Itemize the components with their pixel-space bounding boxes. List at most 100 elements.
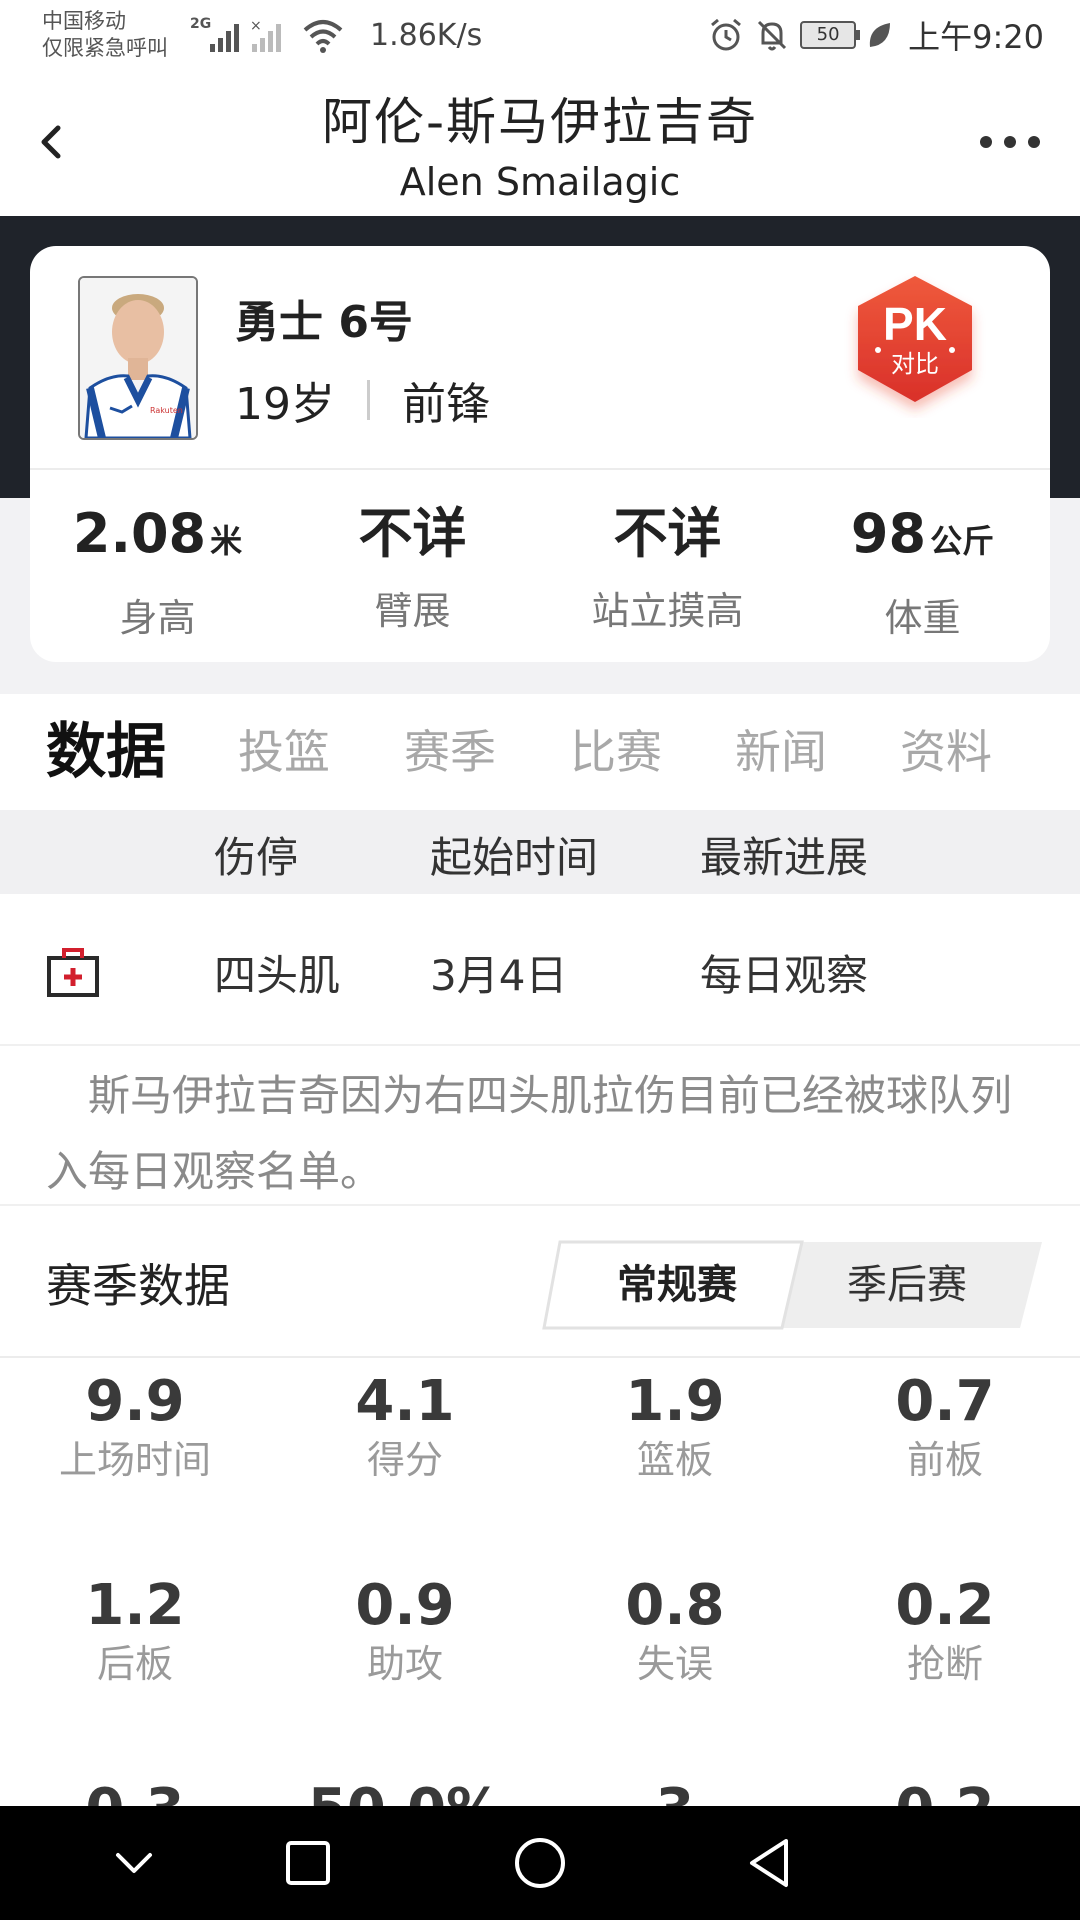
back-nav-button[interactable] bbox=[740, 1833, 800, 1893]
dot-icon bbox=[1004, 136, 1016, 148]
signal-icons: 2G × bbox=[190, 16, 300, 54]
tab-news[interactable]: 新闻 bbox=[735, 694, 827, 810]
svg-text:×: × bbox=[250, 18, 262, 34]
team-and-number: 勇士 6号 bbox=[235, 297, 413, 348]
injury-col-header: 伤停 bbox=[214, 833, 299, 882]
battery-icon: 50 bbox=[800, 21, 861, 49]
home-button[interactable] bbox=[510, 1833, 570, 1893]
carrier-status: 仅限紧急呼叫 bbox=[42, 36, 168, 60]
status-right: 50 上午9:20 bbox=[708, 14, 1044, 56]
wingspan-label: 臂展 bbox=[374, 589, 451, 633]
player-name-en: Alen Smailagic bbox=[399, 160, 681, 204]
section-tabs: 数据 投篮 赛季 比赛 新闻 资料 bbox=[0, 694, 1080, 810]
weight-label: 体重 bbox=[884, 596, 961, 640]
dot-icon bbox=[1028, 136, 1040, 148]
metric-standing-reach: 不详 站立摸高 bbox=[540, 504, 795, 635]
stat-offensive-rebounds: 0.7 前板 bbox=[810, 1370, 1080, 1484]
player-name-cn: 阿伦-斯马伊拉吉奇 bbox=[321, 93, 759, 151]
injury-row: 四头肌 3月4日 每日观察 bbox=[0, 894, 1080, 1046]
stat-value: 1.2 bbox=[85, 1573, 185, 1638]
carrier-name: 中国移动 bbox=[42, 9, 126, 33]
stat-label: 助攻 bbox=[366, 1642, 443, 1686]
weight-value: 98 bbox=[850, 502, 927, 565]
stat-value: 1.9 bbox=[625, 1369, 725, 1434]
wingspan-value: 不详 bbox=[358, 502, 467, 565]
divider bbox=[367, 380, 370, 420]
stat-label: 上场时间 bbox=[58, 1438, 211, 1482]
stat-value: 0.9 bbox=[355, 1573, 455, 1638]
stat-label: 抢断 bbox=[906, 1642, 983, 1686]
pk-label: PK bbox=[883, 298, 947, 350]
hide-keyboard-button[interactable] bbox=[104, 1833, 164, 1893]
standing-reach-value: 不详 bbox=[613, 502, 722, 565]
stat-value: 9.9 bbox=[85, 1369, 185, 1434]
height-label: 身高 bbox=[119, 596, 196, 640]
stat-value: 4.1 bbox=[355, 1369, 455, 1434]
stat-label: 后板 bbox=[96, 1642, 173, 1686]
stat-defensive-rebounds: 1.2 后板 bbox=[0, 1574, 270, 1688]
stat-value: 0.7 bbox=[895, 1369, 995, 1434]
injury-description-text: 斯马伊拉吉奇因为右四头肌拉伤目前已经被球队列入每日观察名单。 bbox=[46, 1071, 1013, 1196]
status-bar: 中国移动 仅限紧急呼叫 2G × 1.86K/s 50 上午9:20 bbox=[0, 0, 1080, 70]
standing-reach-label: 站立摸高 bbox=[591, 589, 744, 633]
wifi-icon bbox=[303, 20, 343, 53]
tab-games[interactable]: 比赛 bbox=[570, 694, 662, 810]
leaf-icon bbox=[869, 23, 891, 47]
player-photo-icon: Rakuten bbox=[80, 278, 196, 438]
alarm-icon bbox=[711, 18, 742, 51]
tab-profile[interactable]: 资料 bbox=[900, 694, 992, 810]
segment-playoffs[interactable]: 季后赛 bbox=[792, 1240, 1022, 1330]
stat-label: 前板 bbox=[906, 1438, 983, 1482]
system-nav-bar bbox=[0, 1806, 1080, 1920]
tab-shooting[interactable]: 投篮 bbox=[238, 694, 330, 810]
medical-kit-icon bbox=[47, 948, 99, 997]
signal-strength-icon: × bbox=[210, 18, 281, 52]
player-age: 19岁 bbox=[235, 379, 335, 430]
injury-description: 斯马伊拉吉奇因为右四头肌拉伤目前已经被球队列入每日观察名单。 bbox=[0, 1046, 1080, 1206]
page-header: 阿伦-斯马伊拉吉奇 Alen Smailagic bbox=[0, 70, 1080, 216]
tab-data[interactable]: 数据 bbox=[46, 694, 166, 810]
metric-height: 2.08 米 身高 bbox=[30, 504, 285, 642]
injury-table-header: 伤停 起始时间 最新进展 bbox=[0, 810, 1080, 894]
card-divider bbox=[30, 468, 1050, 470]
stat-assists: 0.9 助攻 bbox=[270, 1574, 540, 1688]
clock: 上午9:20 bbox=[908, 18, 1044, 56]
stat-value: 0.2 bbox=[895, 1573, 995, 1638]
season-data-header: 赛季数据 常规赛 季后赛 bbox=[0, 1206, 1080, 1358]
carrier-info: 中国移动 仅限紧急呼叫 bbox=[42, 8, 168, 62]
segment-regular-season[interactable]: 常规赛 bbox=[562, 1240, 792, 1330]
stat-value: 0.8 bbox=[625, 1573, 725, 1638]
height-unit: 米 bbox=[210, 522, 243, 560]
recents-button[interactable] bbox=[278, 1833, 338, 1893]
player-card: Rakuten 勇士 6号 19岁 前锋 PK 对比 2.08 米 身高 不详 臂… bbox=[30, 246, 1050, 662]
metric-wingspan: 不详 臂展 bbox=[285, 504, 540, 635]
injury-type: 四头肌 bbox=[214, 951, 341, 1000]
stat-label: 篮板 bbox=[636, 1438, 713, 1482]
pk-compare-button[interactable]: PK 对比 bbox=[840, 268, 990, 418]
stat-label: 得分 bbox=[366, 1438, 443, 1482]
stat-steals: 0.2 抢断 bbox=[810, 1574, 1080, 1688]
progress-col-header: 最新进展 bbox=[700, 833, 869, 882]
injury-progress: 每日观察 bbox=[700, 951, 869, 1000]
stat-label: 失误 bbox=[636, 1642, 713, 1686]
injury-start-date: 3月4日 bbox=[430, 951, 568, 1000]
player-avatar[interactable]: Rakuten bbox=[78, 276, 198, 440]
net-speed: 1.86K/s bbox=[370, 18, 483, 53]
metric-weight: 98 公斤 体重 bbox=[795, 504, 1050, 642]
stat-points: 4.1 得分 bbox=[270, 1370, 540, 1484]
dot-icon bbox=[980, 136, 992, 148]
player-position: 前锋 bbox=[402, 379, 490, 430]
svg-text:Rakuten: Rakuten bbox=[150, 406, 183, 415]
stat-rebounds: 1.9 篮板 bbox=[540, 1370, 810, 1484]
season-data-title: 赛季数据 bbox=[46, 1259, 230, 1313]
start-date-col-header: 起始时间 bbox=[430, 833, 599, 882]
pk-sublabel: 对比 bbox=[891, 350, 939, 378]
height-value: 2.08 bbox=[72, 502, 207, 565]
mute-bell-icon bbox=[758, 20, 787, 51]
stat-minutes: 9.9 上场时间 bbox=[0, 1370, 270, 1484]
tab-season[interactable]: 赛季 bbox=[404, 694, 496, 810]
season-type-switch: 常规赛 季后赛 bbox=[542, 1240, 1044, 1330]
weight-unit: 公斤 bbox=[930, 522, 995, 560]
more-options-button[interactable] bbox=[980, 136, 1040, 150]
stat-turnovers: 0.8 失误 bbox=[540, 1574, 810, 1688]
